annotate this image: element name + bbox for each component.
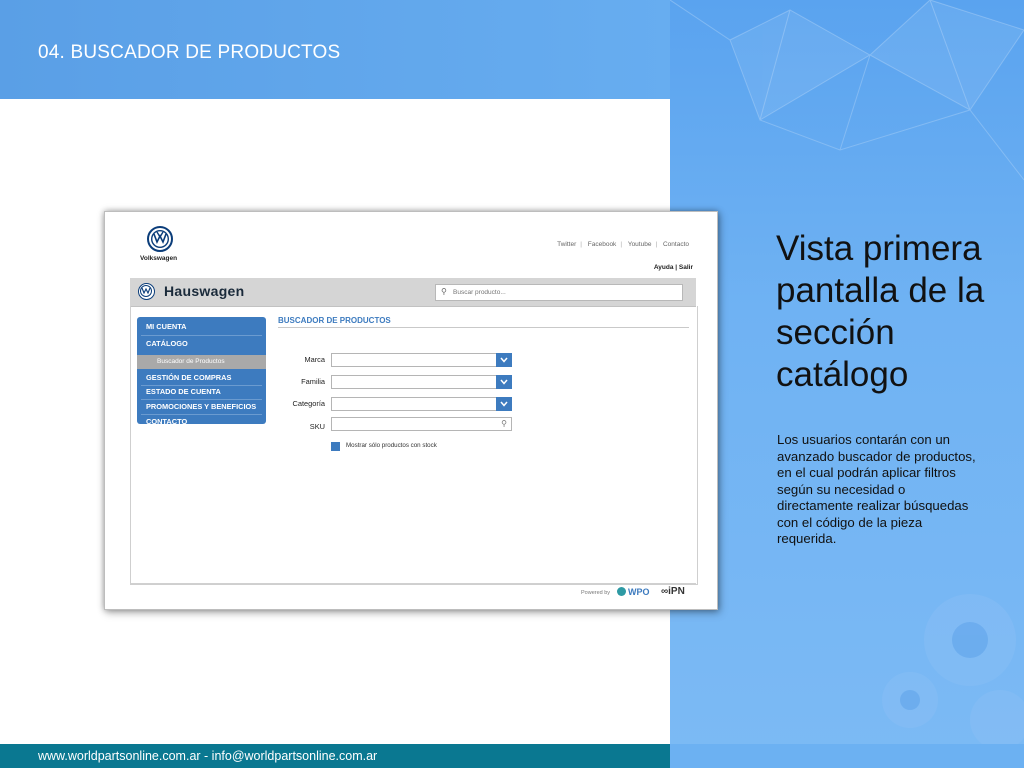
familia-label: Familia bbox=[301, 377, 325, 386]
categoria-select[interactable] bbox=[331, 397, 512, 411]
section-title: BUSCADOR DE PRODUCTOS bbox=[278, 316, 391, 325]
categoria-label: Categoría bbox=[292, 399, 325, 408]
footer-divider bbox=[130, 583, 696, 584]
link-twitter[interactable]: Twitter bbox=[557, 241, 576, 248]
footer-band-right bbox=[670, 744, 1024, 768]
link-youtube[interactable]: Youtube bbox=[628, 241, 652, 248]
hauswagen-logo-icon[interactable] bbox=[138, 283, 155, 300]
sku-label: SKU bbox=[309, 422, 325, 431]
search-icon[interactable]: ⚲ bbox=[441, 287, 447, 296]
stock-checkbox-label[interactable]: Mostrar sólo productos con stock bbox=[346, 442, 437, 449]
app-header-bar: Hauswagen ⚲ bbox=[130, 278, 696, 307]
wpo-globe-icon bbox=[617, 587, 626, 596]
app-name: Hauswagen bbox=[164, 283, 245, 299]
sidebar-item-mi-cuenta[interactable]: MI CUENTA bbox=[137, 320, 266, 334]
powered-by-label: Powered by bbox=[581, 590, 611, 596]
marca-select[interactable] bbox=[331, 353, 512, 367]
section-divider bbox=[278, 327, 689, 328]
product-search[interactable]: ⚲ bbox=[435, 284, 683, 301]
search-icon[interactable]: ⚲ bbox=[501, 419, 507, 428]
brand-label: Volkswagen bbox=[140, 255, 178, 262]
chevron-down-icon[interactable] bbox=[496, 375, 512, 389]
top-links: Twitter | Facebook | Youtube | Contacto bbox=[557, 241, 689, 248]
chevron-down-icon[interactable] bbox=[496, 397, 512, 411]
marca-label: Marca bbox=[304, 355, 325, 364]
slide-headline: Vista primera pantalla de la sección cat… bbox=[776, 229, 985, 394]
slide-body-text: Los usuarios contarán con un avanzado bu… bbox=[777, 432, 976, 546]
vw-logo-icon[interactable] bbox=[147, 226, 173, 252]
sku-input[interactable]: ⚲ bbox=[331, 417, 512, 431]
wpo-logo: WPO bbox=[617, 587, 650, 597]
sidebar-item-catalogo[interactable]: CATÁLOGO bbox=[137, 337, 266, 351]
sidebar-divider bbox=[141, 335, 262, 336]
footer-contact: www.worldpartsonline.com.ar - info@world… bbox=[38, 749, 378, 763]
chevron-down-icon[interactable] bbox=[496, 353, 512, 367]
link-facebook[interactable]: Facebook bbox=[588, 241, 617, 248]
account-links[interactable]: Ayuda | Salir bbox=[654, 264, 693, 271]
search-input[interactable] bbox=[453, 286, 673, 298]
wpo-logo-text: WPO bbox=[628, 587, 650, 597]
sidebar-item-estado-cuenta[interactable]: ESTADO DE CUENTA bbox=[137, 385, 266, 399]
app-screenshot: Volkswagen Twitter | Facebook | Youtube | C… bbox=[104, 211, 718, 610]
slide-section-title: 04. BUSCADOR DE PRODUCTOS bbox=[38, 42, 341, 63]
ipn-logo: ∞iPN bbox=[661, 586, 685, 597]
familia-select[interactable] bbox=[331, 375, 512, 389]
stock-checkbox[interactable] bbox=[331, 442, 340, 451]
ipn-logo-text: iPN bbox=[668, 586, 685, 597]
link-contacto[interactable]: Contacto bbox=[663, 241, 689, 248]
